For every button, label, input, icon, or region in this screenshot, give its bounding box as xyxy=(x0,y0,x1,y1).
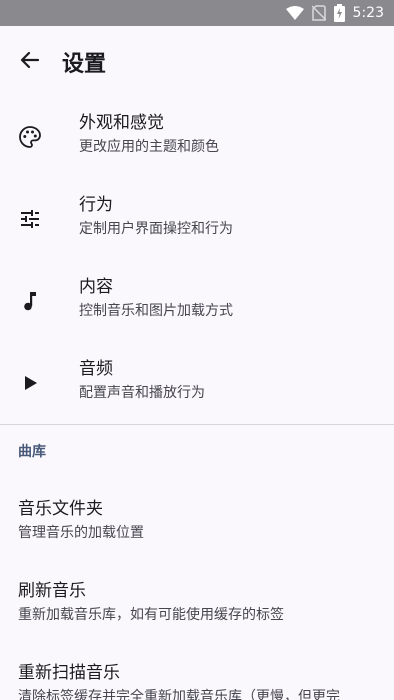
settings-item-behavior[interactable]: 行为 定制用户界面操控和行为 xyxy=(0,178,394,260)
section-header-library: 曲库 xyxy=(18,444,46,460)
wifi-icon xyxy=(285,6,304,20)
library-item-label: 重新扫描音乐 xyxy=(18,663,120,683)
library-item-summary: 管理音乐的加载位置 xyxy=(18,525,144,541)
settings-item-summary: 更改应用的主题和颜色 xyxy=(79,139,219,155)
settings-item-content[interactable]: 内容 控制音乐和图片加载方式 xyxy=(0,260,394,342)
library-item-summary: 清除标签缓存并完全重新加载音乐库（更慢，但更完 xyxy=(18,689,340,700)
app-bar: 设置 xyxy=(0,26,394,98)
library-item-label: 音乐文件夹 xyxy=(18,499,103,519)
arrow-back-icon xyxy=(20,50,40,74)
settings-item-summary: 定制用户界面操控和行为 xyxy=(79,221,233,237)
settings-item-label: 行为 xyxy=(79,195,113,215)
status-time: 5:23 xyxy=(352,5,384,21)
library-item-summary: 重新加载音乐库，如有可能使用缓存的标签 xyxy=(18,607,284,623)
settings-item-label: 音频 xyxy=(79,359,113,379)
library-item-rescan-music[interactable]: 重新扫描音乐 清除标签缓存并完全重新加载音乐库（更慢，但更完 xyxy=(0,646,394,700)
music-note-icon xyxy=(18,289,42,313)
battery-charging-icon xyxy=(333,4,345,22)
settings-item-look-and-feel[interactable]: 外观和感觉 更改应用的主题和颜色 xyxy=(0,96,394,178)
settings-item-summary: 配置声音和播放行为 xyxy=(79,385,205,401)
status-bar: 5:23 xyxy=(0,0,394,26)
library-item-label: 刷新音乐 xyxy=(18,581,86,601)
library-item-refresh-music[interactable]: 刷新音乐 重新加载音乐库，如有可能使用缓存的标签 xyxy=(0,564,394,646)
library-item-music-folders[interactable]: 音乐文件夹 管理音乐的加载位置 xyxy=(0,482,394,564)
tune-icon xyxy=(18,207,42,231)
section-divider xyxy=(0,424,394,425)
no-sim-icon xyxy=(311,5,326,21)
palette-icon xyxy=(18,125,42,149)
settings-item-audio[interactable]: 音频 配置声音和播放行为 xyxy=(0,342,394,424)
settings-item-label: 外观和感觉 xyxy=(79,113,164,133)
back-button[interactable] xyxy=(0,32,60,92)
settings-item-label: 内容 xyxy=(79,277,113,297)
page-title: 设置 xyxy=(62,52,107,77)
settings-item-summary: 控制音乐和图片加载方式 xyxy=(79,303,233,319)
play-icon xyxy=(18,371,42,395)
